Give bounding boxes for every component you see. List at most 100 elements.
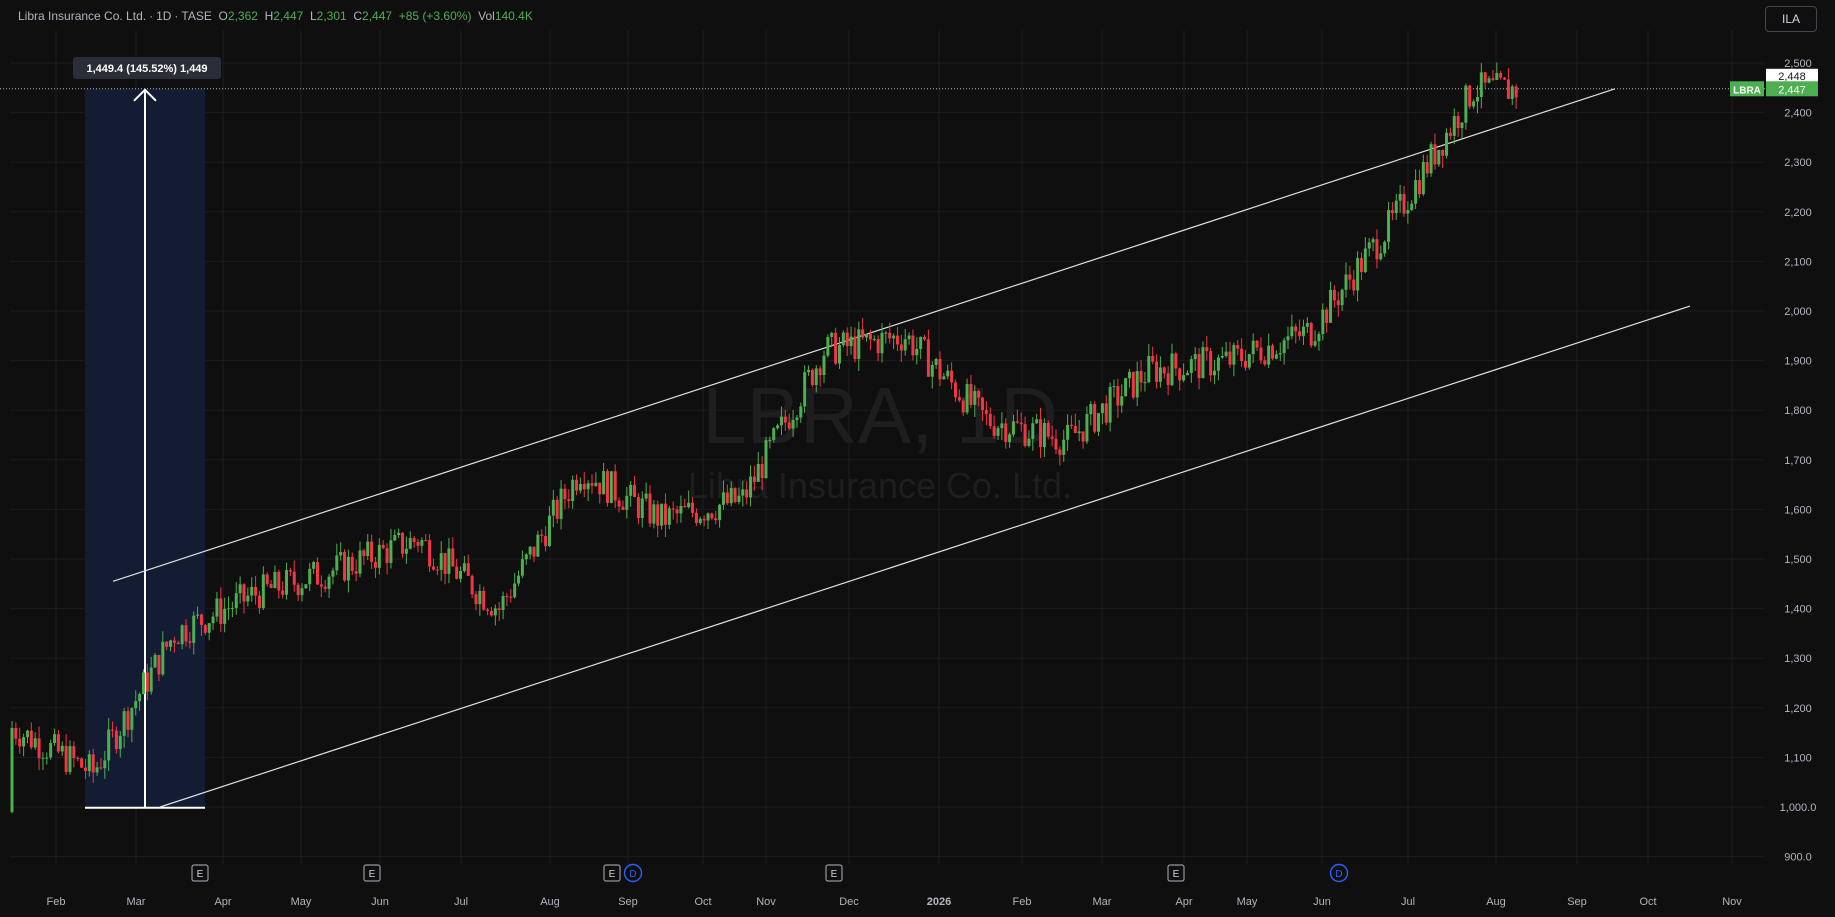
low-value: 2,301	[316, 9, 347, 23]
price-chart[interactable]: LBRA, 1D Libra Insurance Co. Ltd. 1,449.4 …	[0, 0, 1835, 917]
candle-body	[1495, 72, 1499, 80]
candle-body	[1162, 367, 1166, 374]
candle-body	[1448, 132, 1452, 136]
earnings-marker[interactable]: E	[363, 864, 381, 882]
candle-body	[312, 562, 316, 569]
candle-body	[408, 538, 412, 549]
candle-body	[1398, 194, 1402, 201]
price-tick-label: 2,400	[1784, 108, 1812, 120]
candle-body	[783, 416, 787, 423]
candle-body	[169, 640, 173, 647]
candle-body	[633, 484, 637, 498]
time-tick-label: Sep	[1567, 896, 1587, 908]
price-tick-label: 1,200	[1784, 703, 1812, 715]
candle-body	[1201, 347, 1205, 379]
volume-label: Vol	[478, 9, 495, 23]
measure-label: 1,449.4 (145.52%) 1,449	[86, 63, 207, 75]
candle-body	[103, 760, 107, 769]
earnings-marker[interactable]: E	[603, 864, 621, 882]
candle-body	[582, 483, 586, 490]
candle-body	[691, 502, 695, 513]
candle-body	[130, 708, 134, 730]
candle-body	[1027, 438, 1031, 446]
candle-body	[907, 335, 911, 340]
candle-body	[779, 416, 783, 426]
candle-body	[250, 586, 254, 596]
candle-body	[219, 598, 223, 624]
earnings-marker-text: E	[831, 869, 838, 880]
candle-body	[737, 495, 741, 502]
candle-body	[462, 563, 466, 572]
candle-body	[1298, 331, 1302, 337]
time-tick-label: Mar	[127, 896, 146, 908]
candle-body	[899, 344, 903, 351]
candle-body	[1039, 419, 1043, 448]
candle-body	[837, 345, 841, 364]
candle-body	[826, 336, 830, 356]
candle-body	[1359, 258, 1363, 273]
candle-body	[1224, 351, 1228, 356]
candle-body	[706, 513, 710, 521]
candle-body	[745, 489, 749, 498]
candle-body	[594, 482, 598, 486]
candle-body	[926, 339, 930, 377]
candle-body	[1116, 386, 1120, 406]
candle-body	[528, 546, 532, 555]
candle-body	[420, 540, 424, 546]
candle-body	[865, 334, 869, 338]
candle-body	[76, 758, 80, 760]
dividend-marker[interactable]: D	[1329, 863, 1349, 883]
candle-body	[1236, 345, 1240, 349]
candle-body	[613, 471, 617, 501]
price-tick-label: 2,100	[1784, 256, 1812, 268]
candle-body	[1023, 424, 1027, 446]
candle-body	[1158, 367, 1162, 382]
candle-body	[1015, 421, 1019, 423]
time-tick-label: Nov	[756, 896, 776, 908]
candle-body	[1259, 347, 1263, 361]
candle-body	[1425, 161, 1429, 174]
symbol-name[interactable]: Libra Insurance Co. Ltd.	[18, 9, 146, 23]
candle-body	[950, 370, 954, 383]
candle-body	[609, 471, 613, 503]
candle-body	[1282, 340, 1286, 354]
candle-body	[663, 503, 667, 525]
candle-body	[1151, 355, 1155, 362]
candle-body	[861, 329, 865, 338]
candle-body	[679, 505, 683, 514]
candle-body	[1437, 149, 1441, 165]
candle-body	[834, 332, 838, 364]
candle-body	[331, 570, 335, 577]
earnings-marker[interactable]: E	[1167, 864, 1185, 882]
candle-body	[478, 590, 482, 605]
candle-body	[772, 428, 776, 440]
high-value: 2,447	[273, 9, 304, 23]
candle-body	[203, 625, 207, 633]
candle-body	[575, 479, 579, 491]
dividend-marker[interactable]: D	[623, 863, 643, 883]
candle-body	[1487, 78, 1491, 83]
earnings-marker[interactable]: E	[825, 864, 843, 882]
candle-body	[915, 348, 919, 356]
candle-body	[138, 693, 142, 702]
candle-body	[1112, 386, 1116, 388]
currency-button[interactable]: ILA	[1765, 6, 1817, 32]
candle-body	[412, 538, 416, 542]
candle-body	[431, 566, 435, 570]
candle-body	[1185, 372, 1189, 376]
candle-body	[1352, 279, 1356, 291]
candle-body	[532, 546, 536, 557]
candle-body	[1166, 373, 1170, 386]
candle-body	[1271, 345, 1275, 359]
candle-body	[381, 544, 385, 549]
candle-body	[184, 625, 188, 642]
candle-body	[857, 329, 861, 359]
candle-body	[366, 541, 370, 557]
earnings-marker[interactable]: E	[191, 864, 209, 882]
candle-body	[1356, 258, 1360, 291]
candle-body	[118, 735, 122, 750]
candle-body	[961, 400, 965, 413]
dividend-marker-text: D	[629, 869, 636, 880]
price-tick-label: 1,800	[1784, 405, 1812, 417]
candle-body	[373, 561, 377, 568]
